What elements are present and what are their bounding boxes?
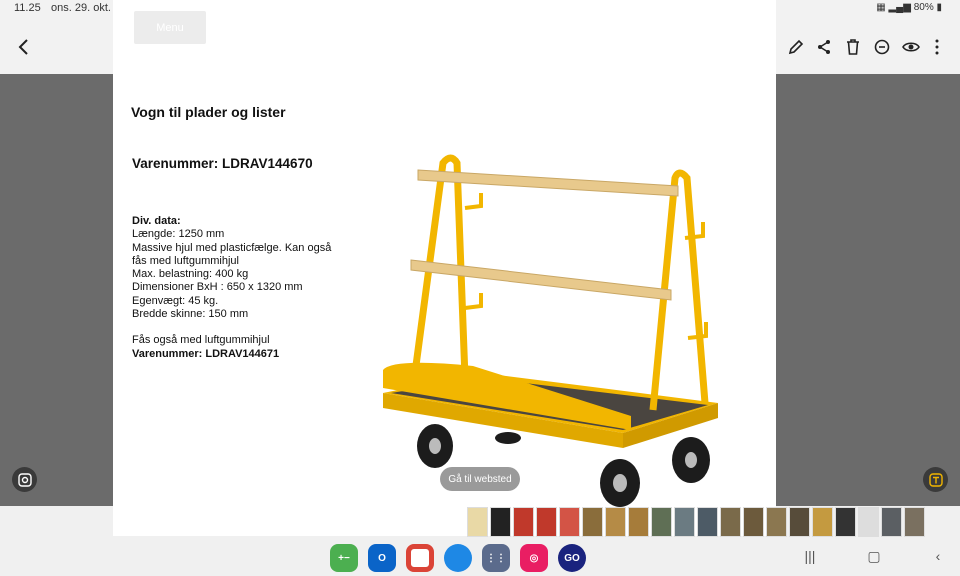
clock: 11.25 xyxy=(14,2,41,14)
delete-icon[interactable] xyxy=(842,36,864,58)
thumbnail[interactable] xyxy=(582,507,603,537)
eye-icon[interactable] xyxy=(900,36,922,58)
spec-line: Længde: 1250 mm xyxy=(132,228,225,241)
goto-website-button[interactable]: Gå til websted xyxy=(440,467,520,491)
thumbnail[interactable] xyxy=(605,507,626,537)
back-icon[interactable] xyxy=(13,36,35,58)
bixby-vision-icon[interactable] xyxy=(12,467,37,492)
remaster-icon[interactable] xyxy=(871,36,893,58)
note: Fås også med luftgummihjul xyxy=(132,334,270,347)
thumbnail[interactable] xyxy=(789,507,810,537)
item-number: Varenummer: LDRAV144670 xyxy=(132,156,313,171)
spec-line: Max. belastning: 400 kg xyxy=(132,268,249,281)
more-icon[interactable] xyxy=(926,36,948,58)
recents-icon[interactable]: ||| xyxy=(802,548,818,564)
thumbnail[interactable] xyxy=(490,507,511,537)
alt-item-number: Varenummer: LDRAV144671 xyxy=(132,347,280,360)
thumbnail[interactable] xyxy=(881,507,902,537)
thumbnail[interactable] xyxy=(559,507,580,537)
thumbnail[interactable] xyxy=(835,507,856,537)
go-app-icon[interactable]: GO xyxy=(558,544,586,572)
spec-line: Bredde skinne: 150 mm xyxy=(132,308,249,321)
page-title: Vogn til plader og lister xyxy=(131,104,286,120)
thumbnail[interactable] xyxy=(467,507,488,537)
calculator-app-icon[interactable]: +− xyxy=(330,544,358,572)
spec-line: Massive hjul med plasticfælge. Kan også … xyxy=(132,241,332,267)
spec-line: Egenvægt: 45 kg. xyxy=(132,294,219,307)
thumbnail[interactable] xyxy=(651,507,672,537)
thumbnail-strip[interactable] xyxy=(467,507,960,539)
thumbnail[interactable] xyxy=(513,507,534,537)
taskbar: +− O ⋮⋮ ◎ GO xyxy=(330,544,586,572)
product-image xyxy=(383,154,718,507)
thumbnail[interactable] xyxy=(697,507,718,537)
specs-heading: Div. data: xyxy=(132,215,181,227)
edit-icon[interactable] xyxy=(785,36,807,58)
outlook-app-icon[interactable]: O xyxy=(368,544,396,572)
spec-line: Dimensioner BxH : 650 x 1320 mm xyxy=(132,281,303,294)
thumbnail[interactable] xyxy=(674,507,695,537)
thumbnail[interactable] xyxy=(720,507,741,537)
navigation-bar: ||| ▢ ‹ xyxy=(802,548,946,565)
thumbnail[interactable] xyxy=(628,507,649,537)
camera-app-icon[interactable]: ◎ xyxy=(520,544,548,572)
battery-level: 80% xyxy=(913,2,934,13)
menu-button[interactable]: Menu xyxy=(134,11,206,44)
battery-indicator: ▦ ▂▄▆ 80% ▮ xyxy=(876,2,942,13)
chrome-app-icon[interactable] xyxy=(406,544,434,572)
date: ons. 29. okt. xyxy=(51,2,111,14)
specs-block: Div. data: Længde: 1250 mm Massive hjul … xyxy=(132,215,347,361)
home-icon[interactable]: ▢ xyxy=(866,548,882,564)
document-page: Menu Vogn til plader og lister Varenumme… xyxy=(113,0,776,536)
thumbnail[interactable] xyxy=(743,507,764,537)
edge-app-icon[interactable] xyxy=(444,544,472,572)
thumbnail[interactable] xyxy=(904,507,925,537)
apps-grid-icon[interactable]: ⋮⋮ xyxy=(482,544,510,572)
thumbnail[interactable] xyxy=(536,507,557,537)
share-icon[interactable] xyxy=(813,36,835,58)
thumbnail[interactable] xyxy=(858,507,879,537)
thumbnail[interactable] xyxy=(812,507,833,537)
thumbnail[interactable] xyxy=(766,507,787,537)
text-extract-icon[interactable] xyxy=(923,467,948,492)
back-nav-icon[interactable]: ‹ xyxy=(930,548,946,564)
